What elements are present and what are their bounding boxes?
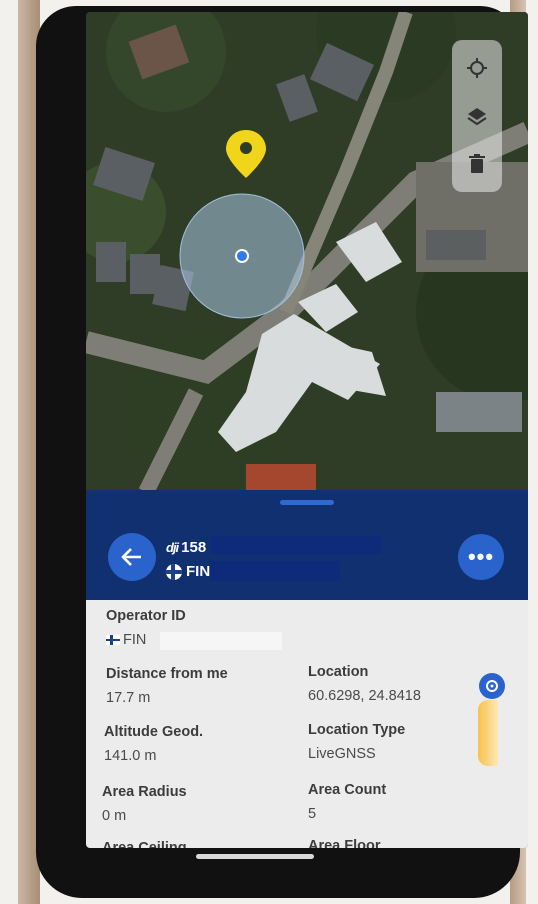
location-label: Location <box>308 664 369 680</box>
finland-flag-icon <box>106 635 120 646</box>
redacted-operator-id <box>160 632 282 650</box>
dji-logo: dji <box>166 540 179 555</box>
drone-country: FIN <box>166 563 210 580</box>
drone-id: dji 158 <box>166 539 206 556</box>
phone-frame: dji 158 FIN ••• Operator ID FIN Distance… <box>36 6 528 898</box>
finland-flag-icon <box>166 563 182 580</box>
distance-label: Distance from me <box>106 666 228 682</box>
area-count-value: 5 <box>308 806 317 822</box>
area-radius-value: 0 m <box>102 808 127 824</box>
country-code: FIN <box>186 563 211 580</box>
redacted-serial <box>210 536 382 554</box>
locate-drone-button[interactable] <box>479 673 505 699</box>
crosshair-icon[interactable] <box>462 53 492 83</box>
distance-value: 17.7 m <box>106 690 151 706</box>
serial-number: 158 <box>181 539 207 556</box>
arrow-left-icon <box>121 548 141 566</box>
altitude-value: 141.0 m <box>104 748 157 764</box>
location-type-label: Location Type <box>308 722 406 738</box>
redacted-country <box>210 561 340 581</box>
app-screen: dji 158 FIN ••• Operator ID FIN Distance… <box>86 12 528 848</box>
trash-icon[interactable] <box>462 149 492 179</box>
layers-icon[interactable] <box>462 101 492 131</box>
operator-id-value: FIN <box>106 632 146 648</box>
area-floor-label: Area Floor <box>308 838 381 848</box>
operator-id-text: FIN <box>123 632 147 648</box>
altitude-label: Altitude Geod. <box>104 724 204 740</box>
satellite-map[interactable] <box>86 12 528 492</box>
more-options-button[interactable]: ••• <box>458 534 504 580</box>
operator-id-label: Operator ID <box>106 608 186 624</box>
back-button[interactable] <box>108 533 156 581</box>
area-count-label: Area Count <box>308 782 387 798</box>
finger-glare <box>478 700 498 766</box>
area-ceiling-label: Area Ceiling <box>102 840 187 848</box>
map-controls <box>452 40 502 192</box>
drag-handle[interactable] <box>280 500 334 505</box>
target-icon <box>486 680 498 692</box>
area-radius-label: Area Radius <box>102 784 187 800</box>
location-value: 60.6298, 24.8418 <box>308 688 421 704</box>
home-indicator[interactable] <box>196 854 314 859</box>
location-type-value: LiveGNSS <box>308 746 376 762</box>
